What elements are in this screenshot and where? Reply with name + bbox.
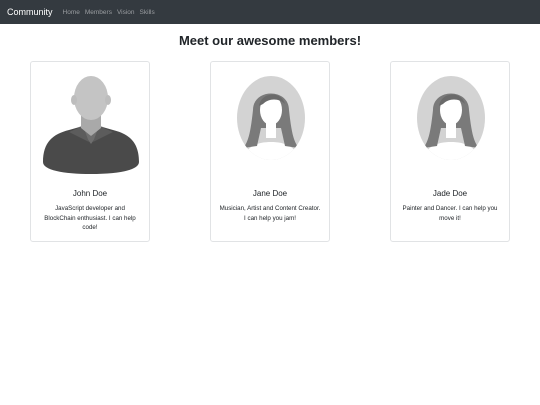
member-bio: Painter and Dancer. I can help you move … <box>402 205 498 222</box>
member-bio: JavaScript developer and BlockChain enth… <box>44 205 136 231</box>
nav-link-skills[interactable]: Skills <box>140 9 155 16</box>
member-name: John Doe <box>72 189 108 198</box>
page-heading: Meet our awesome members! <box>178 33 362 48</box>
nav-link-home[interactable]: Home <box>63 9 80 16</box>
member-card-jade: Jade Doe Painter and Dancer. I can help … <box>390 61 510 242</box>
male-avatar-icon <box>39 70 143 174</box>
brand-link[interactable]: Community <box>7 7 53 17</box>
member-name: Jade Doe <box>432 189 468 198</box>
navbar: Community Home Members Vision Skills <box>0 0 540 24</box>
member-bio: Musician, Artist and Content Creator. I … <box>219 205 321 222</box>
member-card-jane: Jane Doe Musician, Artist and Content Cr… <box>210 61 330 242</box>
member-name: Jane Doe <box>252 189 288 198</box>
nav-link-vision[interactable]: Vision <box>117 9 135 16</box>
female-avatar-icon <box>399 70 503 174</box>
member-card-john: John Doe JavaScript developer and BlockC… <box>30 61 150 242</box>
female-avatar-icon <box>219 70 323 174</box>
nav-link-members[interactable]: Members <box>85 9 112 16</box>
